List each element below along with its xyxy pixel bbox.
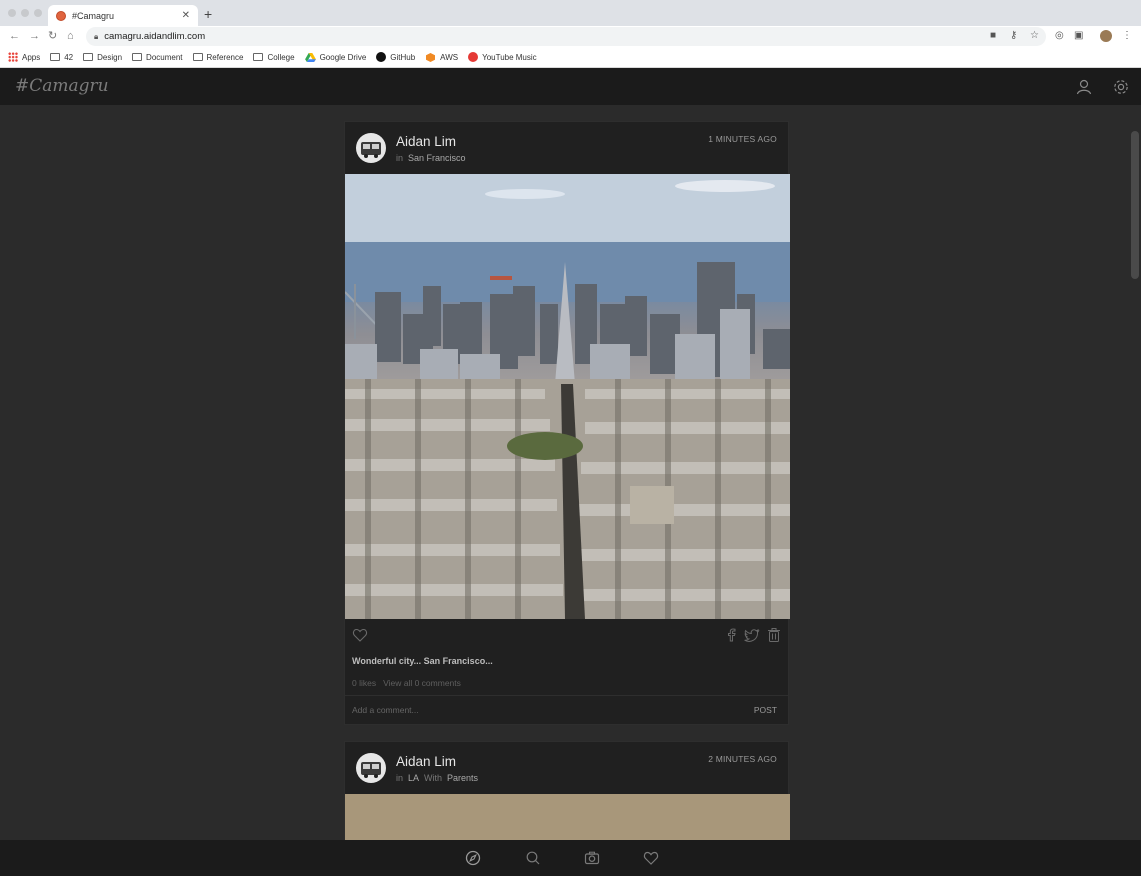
- san-francisco-aerial-image: [345, 174, 790, 619]
- twitter-share-icon[interactable]: [744, 627, 760, 643]
- view-comments-link[interactable]: View all 0 comments: [383, 678, 461, 688]
- tab-close-icon[interactable]: ✕: [182, 10, 190, 21]
- folder-icon: [50, 53, 61, 61]
- post-timestamp: 1 MINUTES AGO: [708, 134, 777, 144]
- browser-tab[interactable]: #Camagru ✕: [48, 5, 198, 26]
- apps-grid-icon: [8, 52, 18, 62]
- folder-icon: [192, 53, 203, 61]
- bottom-navigation: [0, 840, 1141, 876]
- scrollbar-thumb[interactable]: [1131, 131, 1139, 279]
- app-logo[interactable]: #Camagru: [15, 76, 109, 96]
- bookmarks-bar: Apps 42 Design Document Reference Colleg…: [0, 47, 1141, 68]
- camagru-favicon-icon: [56, 10, 66, 21]
- post-meta: 0 likes View all 0 comments: [345, 671, 788, 695]
- extension-icon[interactable]: ◎: [1055, 30, 1064, 42]
- tab-title: #Camagru: [72, 10, 115, 21]
- forward-arrow-icon[interactable]: →: [29, 29, 40, 43]
- comment-form: POST: [345, 695, 788, 724]
- extension-c-icon[interactable]: ▣: [1074, 30, 1083, 42]
- bookmark-42[interactable]: 42: [50, 53, 73, 62]
- window-zoom-button[interactable]: [34, 9, 42, 17]
- browser-tab-strip: #Camagru ✕ +: [0, 0, 1141, 26]
- feed-scrollbar[interactable]: [1129, 105, 1141, 840]
- bookmark-apps[interactable]: Apps: [8, 52, 40, 62]
- lock-icon: 🔒︎: [94, 31, 99, 41]
- bookmark-github[interactable]: GitHub: [376, 52, 415, 62]
- new-tab-button[interactable]: +: [204, 6, 212, 22]
- bookmark-google-drive[interactable]: Google Drive: [304, 52, 366, 62]
- settings-gear-icon[interactable]: [1112, 78, 1130, 96]
- author-avatar[interactable]: [356, 133, 386, 163]
- post-card: Aidan Lim in LA With Parents 2 MINUTES A…: [344, 741, 790, 842]
- post-header: Aidan Lim in LA With Parents 2 MINUTES A…: [345, 742, 788, 794]
- activity-heart-icon[interactable]: [643, 850, 659, 866]
- post-comment-button[interactable]: POST: [754, 705, 777, 715]
- folder-icon: [253, 53, 264, 61]
- folder-icon: [132, 53, 143, 61]
- profile-icon[interactable]: [1075, 78, 1093, 96]
- browser-toolbar: ← → ↻ ⌂ 🔒︎ camagru.aidandlim.com ■ ⚷ ☆ ◎…: [0, 26, 1141, 47]
- author-name[interactable]: Aidan Lim: [396, 134, 456, 149]
- like-heart-icon[interactable]: [352, 627, 368, 643]
- bookmark-design[interactable]: Design: [83, 53, 122, 62]
- camera-icon[interactable]: [584, 850, 600, 866]
- profile-avatar-icon[interactable]: [1100, 30, 1112, 42]
- url-text: camagru.aidandlim.com: [104, 31, 206, 42]
- bookmark-aws[interactable]: AWS: [425, 52, 458, 62]
- youtube-music-icon: [468, 52, 479, 62]
- address-bar[interactable]: 🔒︎ camagru.aidandlim.com: [86, 27, 1046, 46]
- post-actions: [345, 619, 788, 651]
- delete-trash-icon[interactable]: [766, 627, 782, 643]
- github-icon: [376, 52, 387, 62]
- location-name[interactable]: San Francisco: [408, 153, 466, 163]
- post-header: Aidan Lim in San Francisco 1 MINUTES AGO: [345, 122, 788, 174]
- window-minimize-button[interactable]: [21, 9, 29, 17]
- folder-icon: [83, 53, 94, 61]
- bookmark-youtube-music[interactable]: YouTube Music: [468, 52, 537, 62]
- location-name[interactable]: LA: [408, 773, 419, 783]
- menu-kebab-icon[interactable]: ⋮: [1122, 30, 1132, 42]
- post-photo[interactable]: [345, 174, 790, 619]
- post-timestamp: 2 MINUTES AGO: [708, 754, 777, 764]
- key-icon[interactable]: ⚷: [1010, 30, 1017, 42]
- bookmark-document[interactable]: Document: [132, 53, 183, 62]
- camera-permission-icon[interactable]: ■: [990, 30, 996, 42]
- app-header: #Camagru: [0, 68, 1141, 105]
- post-location: in LA With Parents: [396, 773, 479, 783]
- explore-compass-icon[interactable]: [465, 850, 481, 866]
- tagged-with[interactable]: Parents: [447, 773, 478, 783]
- post-caption: Wonderful city... San Francisco...: [352, 656, 493, 666]
- aws-icon: [426, 52, 436, 62]
- post-location: in San Francisco: [396, 153, 466, 163]
- author-name[interactable]: Aidan Lim: [396, 754, 456, 769]
- reload-icon[interactable]: ↻: [48, 29, 57, 43]
- search-icon[interactable]: [525, 850, 541, 866]
- window-close-button[interactable]: [8, 9, 16, 17]
- bookmark-reference[interactable]: Reference: [192, 53, 243, 62]
- author-avatar[interactable]: [356, 753, 386, 783]
- post-card: Aidan Lim in San Francisco 1 MINUTES AGO: [344, 121, 790, 725]
- post-photo[interactable]: [345, 794, 790, 841]
- comment-input[interactable]: [352, 705, 754, 715]
- home-icon[interactable]: ⌂: [67, 29, 74, 43]
- facebook-share-icon[interactable]: [723, 627, 739, 643]
- google-drive-icon: [304, 52, 316, 62]
- like-count: 0 likes: [352, 678, 377, 688]
- bookmark-college[interactable]: College: [253, 53, 295, 62]
- back-arrow-icon[interactable]: ←: [9, 29, 20, 43]
- bookmark-star-icon[interactable]: ☆: [1030, 30, 1039, 42]
